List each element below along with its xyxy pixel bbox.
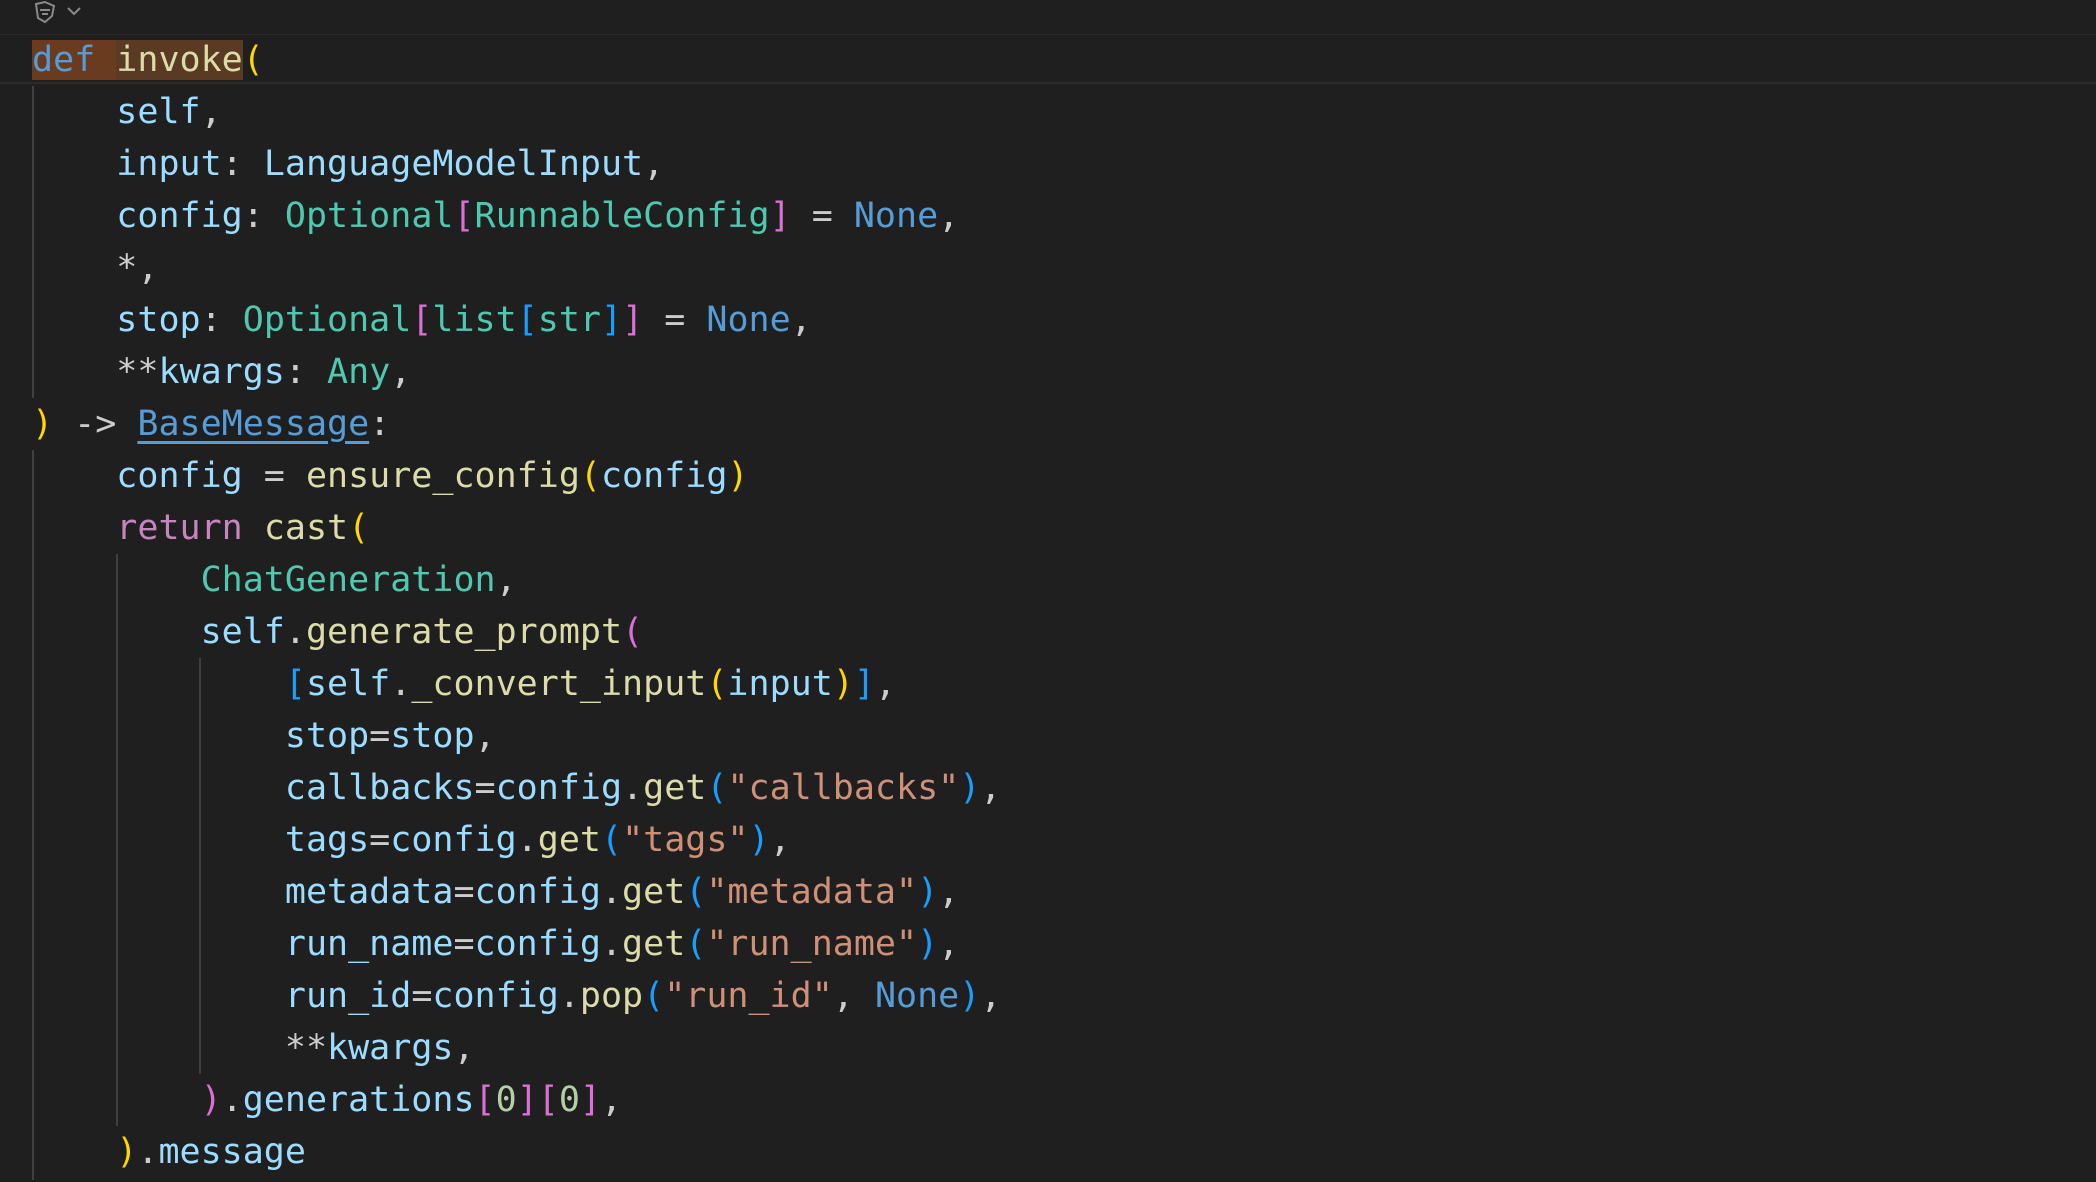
code-line[interactable]: callbacks=config.get("callbacks"),: [0, 762, 2096, 814]
code-editor[interactable]: def invoke( self, input: LanguageModelIn…: [0, 0, 2096, 1182]
code-line[interactable]: **kwargs: Any,: [0, 346, 2096, 398]
code-line[interactable]: config = ensure_config(config): [0, 450, 2096, 502]
code-line[interactable]: self.generate_prompt(: [0, 606, 2096, 658]
code-line[interactable]: self,: [0, 86, 2096, 138]
code-line[interactable]: ChatGeneration,: [0, 554, 2096, 606]
code-line[interactable]: tags=config.get("tags"),: [0, 814, 2096, 866]
code-line[interactable]: ).generations[0][0],: [0, 1074, 2096, 1126]
code-line[interactable]: return cast(: [0, 502, 2096, 554]
code-line[interactable]: run_id=config.pop("run_id", None),: [0, 970, 2096, 1022]
code-line[interactable]: [self._convert_input(input)],: [0, 658, 2096, 710]
code-line[interactable]: ) -> BaseMessage:: [0, 398, 2096, 450]
function-name: invoke: [116, 40, 243, 80]
code-line[interactable]: *,: [0, 242, 2096, 294]
keyword-def: def: [32, 40, 96, 80]
code-area[interactable]: def invoke( self, input: LanguageModelIn…: [0, 34, 2096, 1180]
code-line[interactable]: ).message: [0, 1126, 2096, 1178]
code-line[interactable]: **kwargs,: [0, 1022, 2096, 1074]
return-type-link[interactable]: BaseMessage: [137, 404, 369, 444]
sticky-scroll-icon[interactable]: [30, 0, 60, 28]
code-line[interactable]: stop: Optional[list[str]] = None,: [0, 294, 2096, 346]
code-line[interactable]: input: LanguageModelInput,: [0, 138, 2096, 190]
sticky-scroll-header: [0, 0, 2096, 35]
code-line[interactable]: config: Optional[RunnableConfig] = None,: [0, 190, 2096, 242]
code-line[interactable]: run_name=config.get("run_name"),: [0, 918, 2096, 970]
code-line[interactable]: def invoke(: [0, 34, 2096, 86]
code-line[interactable]: metadata=config.get("metadata"),: [0, 866, 2096, 918]
code-line[interactable]: stop=stop,: [0, 710, 2096, 762]
chevron-down-icon[interactable]: [64, 2, 84, 22]
